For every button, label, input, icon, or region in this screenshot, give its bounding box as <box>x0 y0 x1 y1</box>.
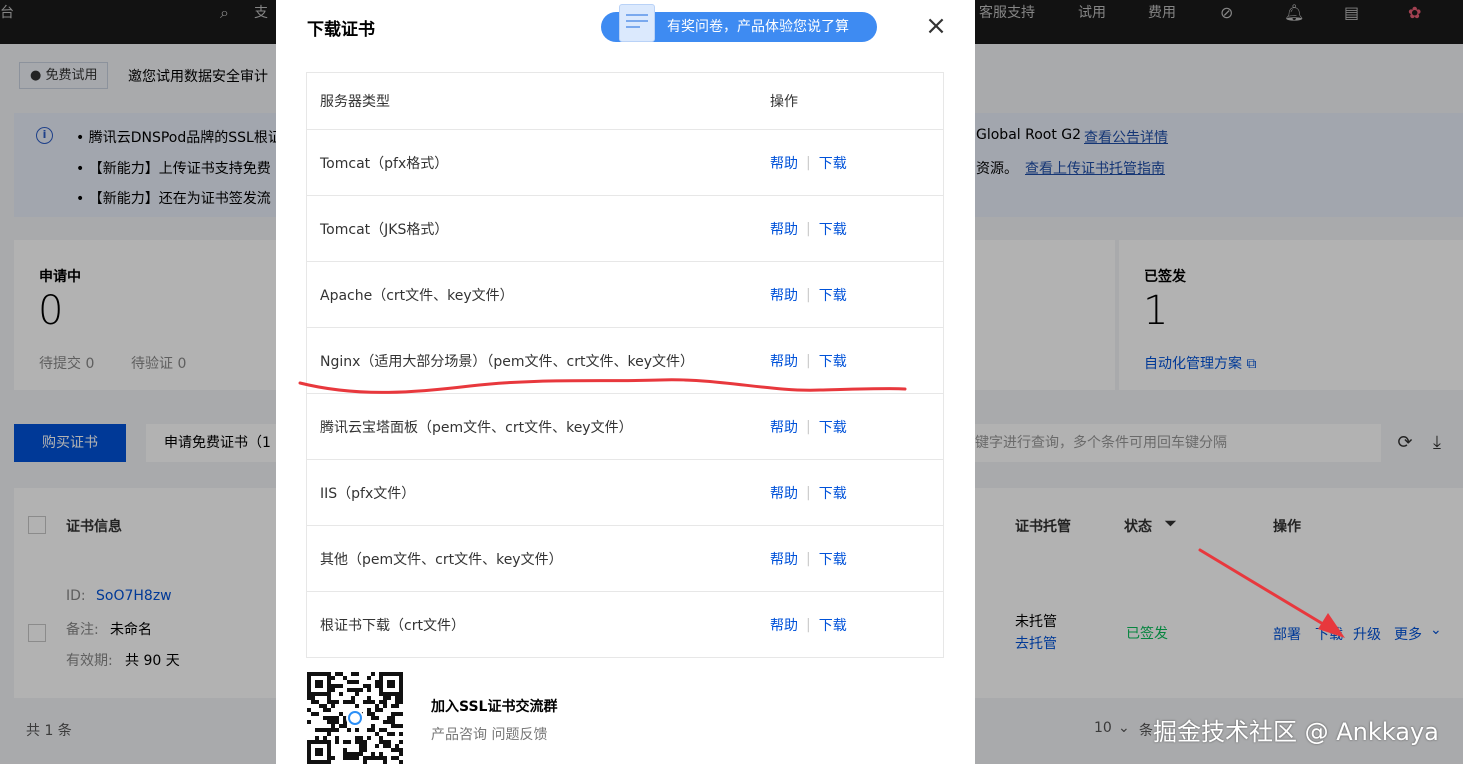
download-link[interactable]: 下载 <box>819 285 847 305</box>
help-link[interactable]: 帮助 <box>770 285 798 305</box>
header-action: 操作 <box>770 94 798 110</box>
row-actions: 帮助 | 下载 <box>770 460 847 525</box>
server-type-name: 腾讯云宝塔面板（pem文件、crt文件、key文件） <box>320 419 633 436</box>
qr-code-image <box>307 672 403 764</box>
download-link[interactable]: 下载 <box>819 615 847 635</box>
server-type-name: Nginx（适用大部分场景）（pem文件、crt文件、key文件） <box>320 353 694 370</box>
server-type-name: Tomcat（pfx格式） <box>320 155 449 172</box>
row-actions: 帮助 | 下载 <box>770 526 847 591</box>
action-separator: | <box>806 550 811 567</box>
download-certificate-dialog: 下载证书 有奖问卷，产品体验您说了算 × 服务器类型 操作 Tomcat（pfx… <box>276 0 975 764</box>
server-type-name: Apache（crt文件、key文件） <box>320 287 514 304</box>
row-actions: 帮助 | 下载 <box>770 262 847 327</box>
download-link[interactable]: 下载 <box>819 483 847 503</box>
server-type-row: Nginx（适用大部分场景）（pem文件、crt文件、key文件） 帮助 | 下载 <box>307 327 943 393</box>
server-type-table: 服务器类型 操作 Tomcat（pfx格式） 帮助 | 下载 Tomcat（JKS格式）… <box>306 72 944 658</box>
download-link[interactable]: 下载 <box>819 219 847 239</box>
help-link[interactable]: 帮助 <box>770 549 798 569</box>
action-separator: | <box>806 418 811 435</box>
help-link[interactable]: 帮助 <box>770 153 798 173</box>
server-type-row: 根证书下载（crt文件） 帮助 | 下载 <box>307 591 943 657</box>
qr-group-subtitle: 产品咨询 问题反馈 <box>431 727 548 743</box>
download-link[interactable]: 下载 <box>819 549 847 569</box>
action-separator: | <box>806 154 811 171</box>
dialog-title: 下载证书 <box>307 20 375 40</box>
action-separator: | <box>806 352 811 369</box>
help-link[interactable]: 帮助 <box>770 417 798 437</box>
row-actions: 帮助 | 下载 <box>770 130 847 195</box>
server-type-name: IIS（pfx文件） <box>320 485 416 502</box>
row-actions: 帮助 | 下载 <box>770 196 847 261</box>
server-type-name: Tomcat（JKS格式） <box>320 221 449 238</box>
row-actions: 帮助 | 下载 <box>770 394 847 459</box>
server-type-row: 腾讯云宝塔面板（pem文件、crt文件、key文件） 帮助 | 下载 <box>307 393 943 459</box>
qr-group-title: 加入SSL证书交流群 <box>431 699 558 715</box>
row-actions: 帮助 | 下载 <box>770 592 847 657</box>
close-icon[interactable]: × <box>924 12 948 40</box>
action-separator: | <box>806 484 811 501</box>
action-separator: | <box>806 286 811 303</box>
table-header-row: 服务器类型 操作 <box>307 73 943 129</box>
row-actions: 帮助 | 下载 <box>770 328 847 393</box>
help-link[interactable]: 帮助 <box>770 615 798 635</box>
server-type-row: Apache（crt文件、key文件） 帮助 | 下载 <box>307 261 943 327</box>
server-type-row: 其他（pem文件、crt文件、key文件） 帮助 | 下载 <box>307 525 943 591</box>
help-link[interactable]: 帮助 <box>770 351 798 371</box>
server-type-row: Tomcat（JKS格式） 帮助 | 下载 <box>307 195 943 261</box>
header-server-type: 服务器类型 <box>320 94 390 110</box>
server-type-row: Tomcat（pfx格式） 帮助 | 下载 <box>307 129 943 195</box>
server-type-name: 根证书下载（crt文件） <box>320 617 465 634</box>
action-separator: | <box>806 616 811 633</box>
help-link[interactable]: 帮助 <box>770 483 798 503</box>
download-link[interactable]: 下载 <box>819 351 847 371</box>
action-separator: | <box>806 220 811 237</box>
server-type-name: 其他（pem文件、crt文件、key文件） <box>320 551 563 568</box>
download-link[interactable]: 下载 <box>819 153 847 173</box>
survey-document-icon <box>619 4 655 42</box>
watermark-text: 掘金技术社区 @ Ankkaya <box>1153 718 1439 746</box>
server-type-row: IIS（pfx文件） 帮助 | 下载 <box>307 459 943 525</box>
download-link[interactable]: 下载 <box>819 417 847 437</box>
help-link[interactable]: 帮助 <box>770 219 798 239</box>
